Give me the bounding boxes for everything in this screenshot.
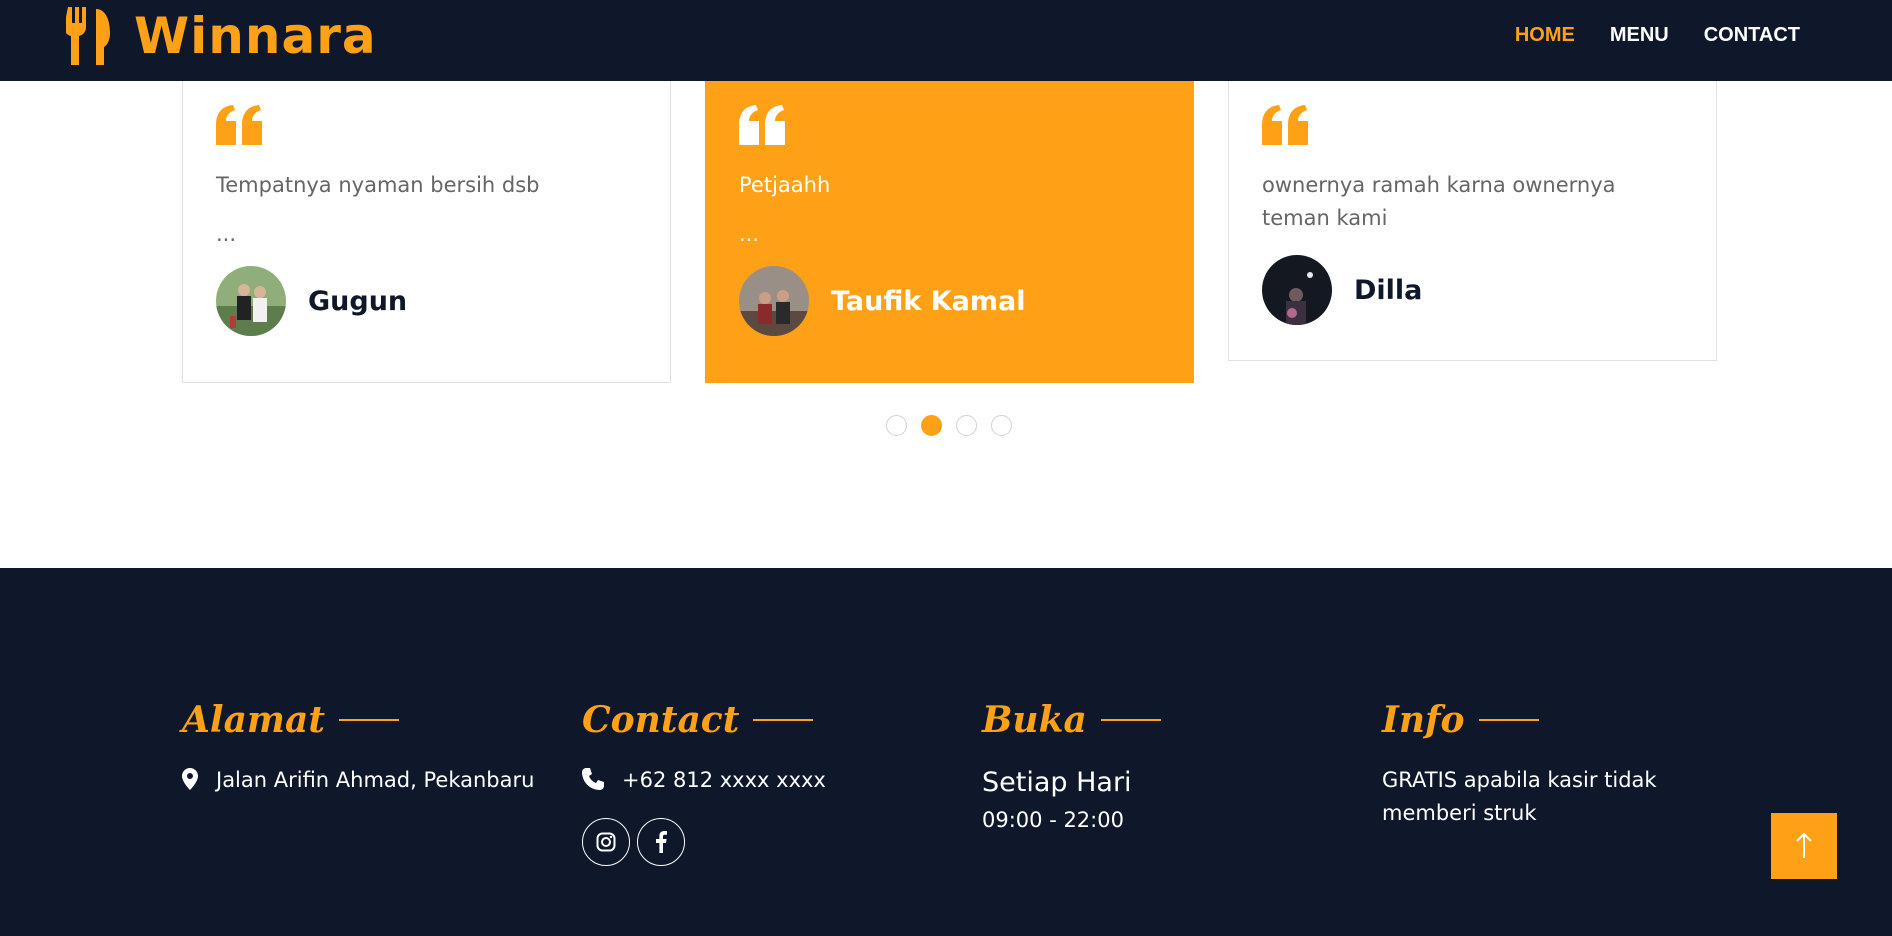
footer-title: Contact [582, 696, 942, 744]
testimonial-text: Tempatnya nyaman bersih dsb [216, 173, 540, 197]
navbar: Winnara HOME MENU CONTACT [0, 0, 1892, 81]
avatar [1262, 255, 1332, 325]
phone-icon [582, 768, 604, 790]
testimonial-author: Dilla [1262, 255, 1683, 325]
back-to-top-button[interactable] [1771, 813, 1837, 879]
facebook-button[interactable] [637, 818, 685, 866]
title-underline [1100, 719, 1161, 721]
instagram-button[interactable] [582, 818, 630, 866]
carousel-dot-3[interactable] [956, 415, 977, 436]
address-text: Jalan Arifin Ahmad, Pekanbaru [216, 768, 535, 792]
quote-icon [216, 105, 262, 145]
nav-menu: HOME MENU CONTACT [1515, 24, 1800, 47]
phone-text: +62 812 xxxx xxxx [622, 768, 826, 792]
footer-info-title: Info [1382, 699, 1465, 741]
quote-icon [739, 105, 785, 145]
footer-title: Info [1382, 696, 1682, 744]
footer-buka: Buka Setiap Hari 09:00 - 22:00 [982, 696, 1342, 832]
instagram-icon [596, 832, 616, 852]
testimonial-text: Petjaahh [739, 173, 831, 197]
map-marker-icon [182, 768, 198, 790]
footer: Alamat Jalan Arifin Ahmad, Pekanbaru Con… [0, 568, 1892, 936]
footer-info: Info GRATIS apabila kasir tidak memberi … [1382, 696, 1682, 830]
footer-address: Jalan Arifin Ahmad, Pekanbaru [182, 764, 542, 797]
carousel-dot-2[interactable] [921, 415, 942, 436]
brand[interactable]: Winnara [66, 6, 377, 66]
footer-title: Alamat [182, 696, 542, 744]
avatar [739, 266, 809, 336]
testimonial-author: Gugun [216, 266, 637, 336]
testimonial-card: Tempatnya nyaman bersih dsb ... Gugun [182, 60, 671, 383]
testimonial-card-active: Petjaahh ... Taufik Kamal [705, 60, 1194, 383]
nav-menu-link[interactable]: MENU [1610, 24, 1669, 47]
social-links [582, 818, 942, 866]
title-underline [753, 719, 814, 721]
footer-alamat: Alamat Jalan Arifin Ahmad, Pekanbaru [182, 696, 542, 797]
testimonial-ellipsis: ... [739, 222, 760, 246]
title-underline [338, 719, 399, 721]
footer-alamat-title: Alamat [182, 699, 325, 741]
opening-hours: 09:00 - 22:00 [982, 808, 1124, 832]
opening-days: Setiap Hari [982, 767, 1132, 798]
utensils-icon [66, 7, 110, 65]
footer-phone: +62 812 xxxx xxxx [582, 764, 942, 797]
info-text: GRATIS apabila kasir tidak memberi struk [1382, 768, 1657, 825]
quote-icon [1262, 105, 1308, 145]
footer-buka-title: Buka [982, 699, 1087, 741]
testimonial-author-name: Taufik Kamal [831, 285, 1026, 317]
testimonial-card: ownernya ramah karna ownernya teman kami… [1228, 60, 1717, 361]
brand-name: Winnara [134, 7, 377, 65]
nav-contact[interactable]: CONTACT [1704, 24, 1800, 47]
arrow-up-icon [1796, 833, 1812, 858]
testimonial-author-name: Gugun [308, 285, 408, 317]
footer-contact-title: Contact [582, 699, 740, 741]
carousel-dot-1[interactable] [886, 415, 907, 436]
testimonial-ellipsis: ... [216, 222, 237, 246]
carousel-dots [886, 415, 1012, 436]
testimonial-text: ownernya ramah karna ownernya teman kami [1262, 173, 1616, 230]
footer-contact: Contact +62 812 xxxx xxxx [582, 696, 942, 866]
testimonial-section: Tempatnya nyaman bersih dsb ... Gugun Pe… [0, 0, 1892, 568]
nav-home[interactable]: HOME [1515, 24, 1575, 47]
avatar [216, 266, 286, 336]
testimonial-author-name: Dilla [1354, 274, 1423, 306]
title-underline [1478, 719, 1539, 721]
facebook-icon [656, 831, 667, 853]
footer-title: Buka [982, 696, 1342, 744]
testimonial-author: Taufik Kamal [739, 266, 1160, 336]
carousel-dot-4[interactable] [991, 415, 1012, 436]
